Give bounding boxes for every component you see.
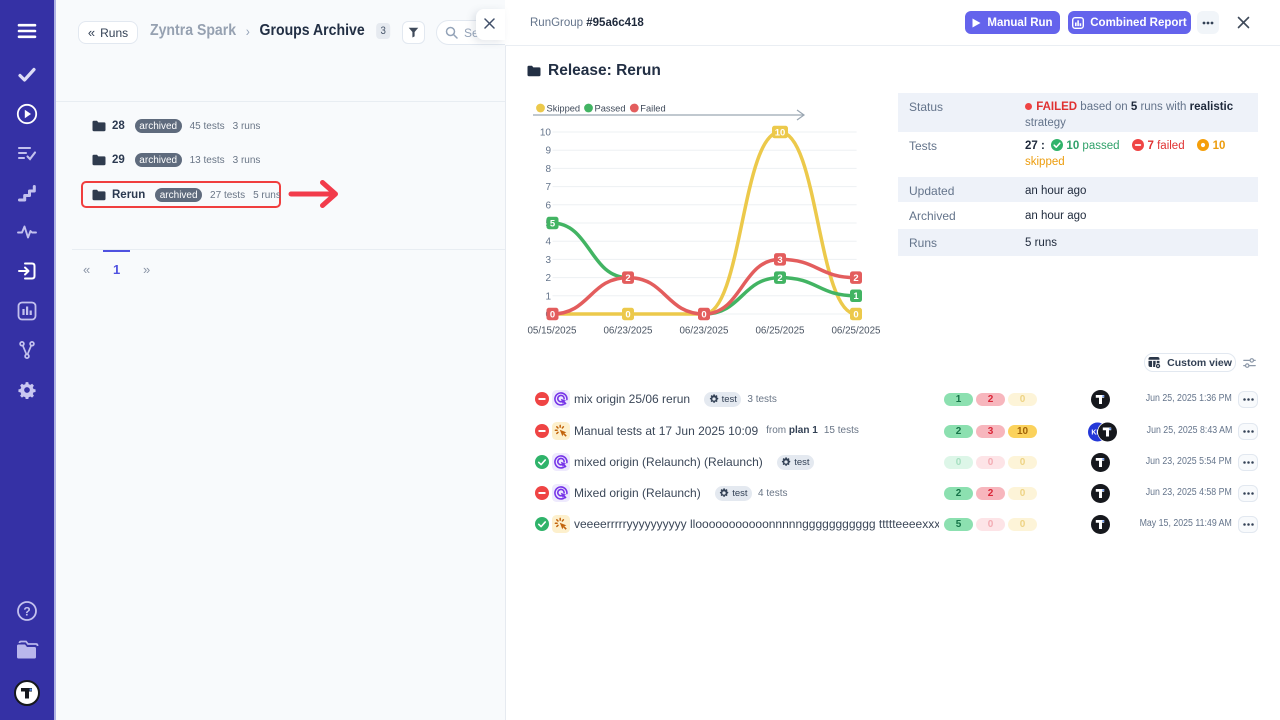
svg-text:2: 2 — [777, 273, 782, 284]
svg-text:0: 0 — [853, 309, 858, 320]
svg-text:0: 0 — [625, 309, 630, 320]
svg-text:06/23/2025: 06/23/2025 — [603, 326, 653, 337]
svg-text:10: 10 — [775, 127, 786, 138]
svg-text:0: 0 — [701, 309, 706, 320]
svg-text:06/25/2025: 06/25/2025 — [755, 326, 805, 337]
svg-text:10: 10 — [540, 128, 552, 139]
svg-text:5: 5 — [550, 218, 556, 229]
svg-text:Passed: Passed — [595, 104, 626, 114]
svg-text:1: 1 — [545, 291, 551, 302]
svg-text:Failed: Failed — [640, 104, 665, 114]
svg-text:2: 2 — [625, 273, 630, 284]
svg-text:3: 3 — [777, 255, 782, 266]
svg-text:?: ? — [23, 604, 30, 618]
svg-text:0: 0 — [550, 309, 555, 320]
svg-text:1: 1 — [853, 291, 859, 302]
svg-text:2: 2 — [853, 273, 858, 284]
svg-text:3: 3 — [545, 255, 551, 266]
svg-text:Skipped: Skipped — [547, 104, 581, 114]
svg-text:4: 4 — [545, 237, 551, 248]
svg-text:06/23/2025: 06/23/2025 — [679, 326, 729, 337]
svg-text:2: 2 — [545, 273, 551, 284]
svg-text:8: 8 — [545, 164, 551, 175]
svg-text:9: 9 — [545, 146, 551, 157]
svg-text:6: 6 — [545, 200, 551, 211]
svg-text:7: 7 — [545, 182, 551, 193]
svg-text:05/15/2025: 05/15/2025 — [527, 326, 577, 337]
svg-text:06/25/2025: 06/25/2025 — [831, 326, 881, 337]
